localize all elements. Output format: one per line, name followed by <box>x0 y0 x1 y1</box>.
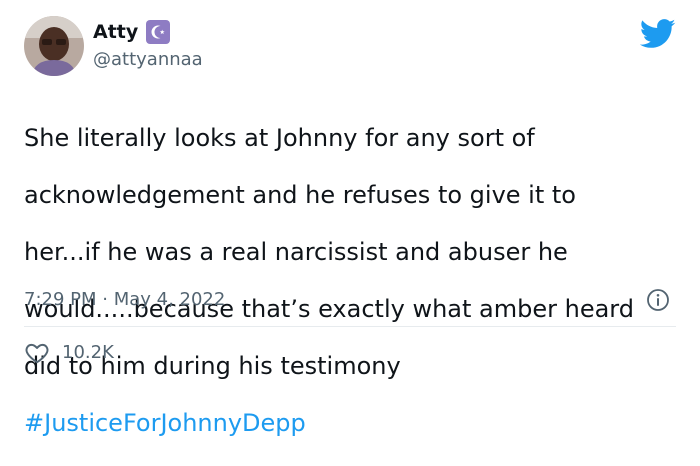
tweet-text-line: her...if he was a real narcissist and ab… <box>24 237 568 266</box>
tweet-text: She literally looks at Johnny for any so… <box>24 95 684 466</box>
author-name-row: Atty <box>93 20 171 44</box>
tweet-text-line: She literally looks at Johnny for any so… <box>24 123 535 152</box>
twitter-bird-icon[interactable] <box>639 18 676 50</box>
tweet-card: Atty @attyannaa She literally looks at J… <box>0 0 700 437</box>
divider <box>24 326 676 327</box>
tweet-text-line: did to him during his testimony <box>24 351 401 380</box>
hashtag-link[interactable]: #JusticeForJohnnyDepp <box>24 409 684 438</box>
tweet-timestamp[interactable]: 7:29 PM · May 4, 2022 <box>24 287 225 313</box>
avatar[interactable] <box>24 16 84 76</box>
tweet-text-line: acknowledgement and he refuses to give i… <box>24 180 576 209</box>
like-count: 10.2K <box>62 342 114 363</box>
engagement-row: 10.2K <box>24 340 114 366</box>
info-icon[interactable] <box>646 288 670 312</box>
author-handle[interactable]: @attyannaa <box>93 49 203 71</box>
author-display-name[interactable]: Atty <box>93 20 138 44</box>
heart-icon[interactable] <box>24 340 50 366</box>
crescent-star-icon <box>146 20 171 44</box>
